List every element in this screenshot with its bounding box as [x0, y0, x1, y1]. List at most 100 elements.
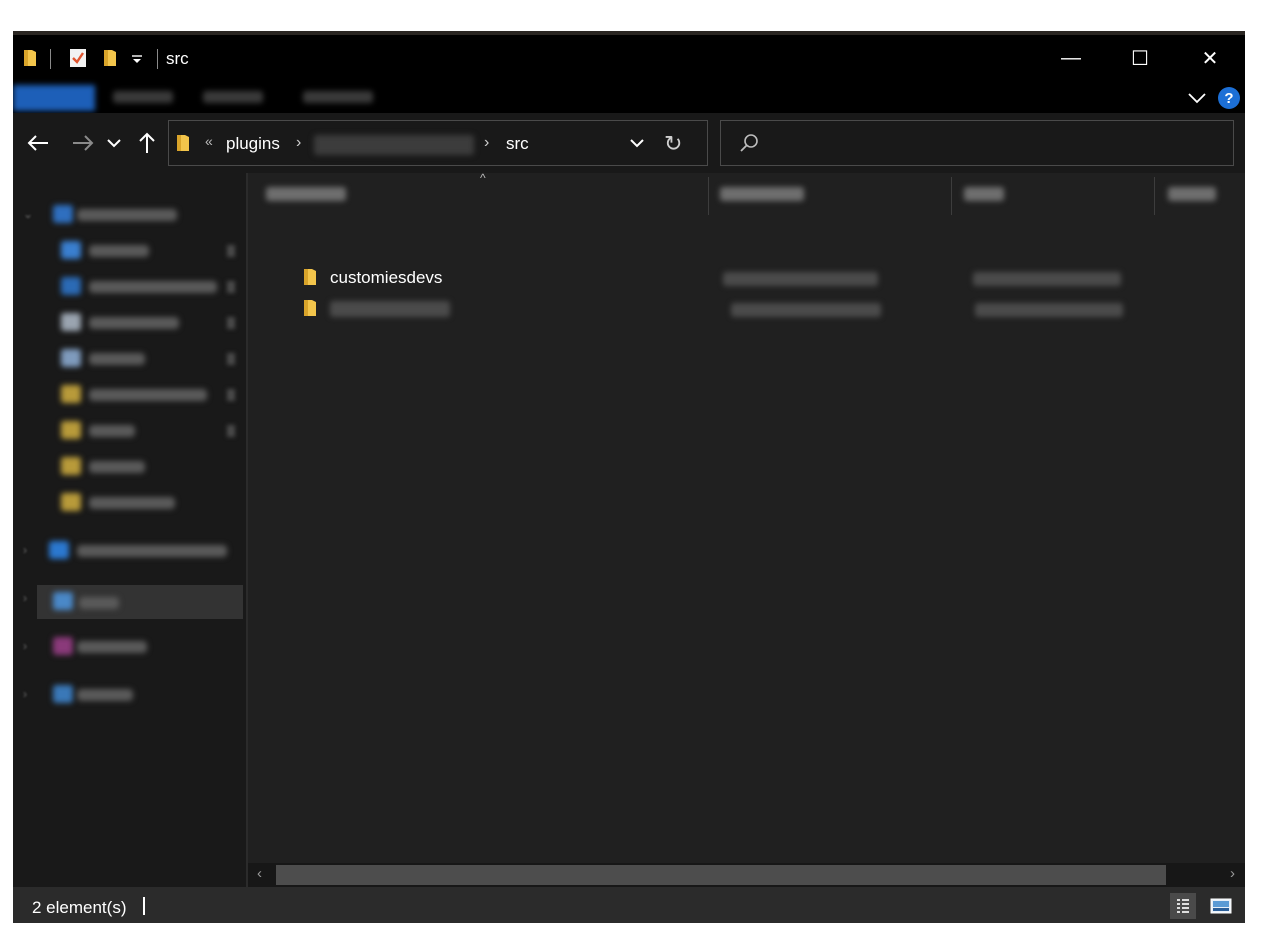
nav-item[interactable]: [13, 311, 246, 335]
nav-label: [79, 597, 119, 609]
nav-label: [77, 209, 177, 221]
folder-icon: [303, 298, 317, 323]
documents-icon: [61, 313, 81, 331]
usb-drive-icon: [53, 637, 73, 655]
nav-item[interactable]: [13, 491, 246, 515]
nav-label: [89, 497, 175, 509]
close-button[interactable]: ✕: [1175, 35, 1245, 81]
breadcrumb-plugins[interactable]: plugins: [226, 134, 280, 154]
file-row[interactable]: customiesdevs: [248, 262, 1245, 292]
chevron-right-icon[interactable]: ›: [23, 543, 27, 557]
ribbon-tab[interactable]: [303, 91, 373, 103]
refresh-button[interactable]: ↻: [664, 131, 682, 157]
maximize-button[interactable]: ☐: [1105, 35, 1175, 81]
ribbon-tab[interactable]: [113, 91, 173, 103]
customize-toolbar-icon[interactable]: [131, 47, 143, 69]
file-name[interactable]: customiesdevs: [330, 268, 442, 288]
recent-locations-button[interactable]: [104, 127, 124, 159]
column-resizer[interactable]: [1154, 177, 1155, 215]
status-divider: [143, 897, 145, 915]
nav-item[interactable]: [13, 455, 246, 479]
expand-ribbon-icon[interactable]: [1185, 87, 1209, 109]
scroll-right-button[interactable]: ›: [1230, 865, 1235, 882]
nav-item[interactable]: [13, 275, 246, 299]
breadcrumb-src[interactable]: src: [506, 134, 529, 154]
file-row[interactable]: [248, 293, 1245, 323]
nav-item[interactable]: [13, 383, 246, 407]
type-cell: [975, 303, 1123, 317]
computer-icon: [53, 592, 73, 610]
back-button[interactable]: [23, 127, 53, 159]
nav-label: [77, 545, 227, 557]
scrollbar-thumb[interactable]: [276, 865, 1166, 885]
nav-label: [89, 389, 207, 401]
up-button[interactable]: [134, 127, 160, 159]
search-input[interactable]: [720, 120, 1234, 166]
desktop-icon: [61, 241, 81, 259]
address-dropdown-icon[interactable]: [629, 136, 645, 154]
pin-icon: [227, 353, 235, 365]
download-icon: [61, 277, 81, 295]
help-button[interactable]: ?: [1218, 87, 1240, 109]
date-cell: [723, 272, 878, 286]
column-date[interactable]: [720, 187, 804, 201]
navigation-bar: « plugins › › src ↻: [13, 113, 1245, 173]
file-explorer-window: src — ☐ ✕ ? « plugins › › src ↻ ⌄ › › › …: [13, 35, 1245, 923]
network-icon: [53, 685, 73, 703]
item-count: 2 element(s): [32, 898, 127, 917]
new-folder-icon[interactable]: [103, 47, 117, 69]
toolbar-separator: [50, 49, 51, 69]
nav-item-this-pc[interactable]: [37, 585, 243, 619]
ribbon-tab-file[interactable]: [13, 85, 95, 111]
address-bar[interactable]: « plugins › › src ↻: [168, 120, 708, 166]
breadcrumb-redacted[interactable]: [314, 135, 474, 155]
pin-icon: [227, 425, 235, 437]
nav-item-usb[interactable]: ›: [13, 635, 246, 659]
properties-icon[interactable]: [69, 47, 87, 69]
cloud-icon: [49, 541, 69, 559]
nav-label: [89, 281, 217, 293]
file-name-redacted[interactable]: [330, 301, 450, 317]
nav-label: [77, 689, 133, 701]
scroll-left-button[interactable]: ‹: [257, 865, 262, 882]
nav-item-onedrive[interactable]: ›: [13, 539, 246, 563]
status-bar: 2 element(s): [13, 887, 1245, 923]
overflow-chevron[interactable]: «: [205, 133, 213, 149]
nav-label: [77, 641, 147, 653]
details-view-button[interactable]: [1170, 893, 1196, 919]
navigation-pane: ⌄ › › › ›: [13, 173, 246, 887]
breadcrumb-separator[interactable]: ›: [484, 134, 489, 152]
column-type[interactable]: [964, 187, 1004, 201]
star-icon: [53, 205, 73, 223]
nav-label: [89, 425, 135, 437]
chevron-down-icon[interactable]: ⌄: [23, 207, 33, 221]
pictures-icon: [61, 349, 81, 367]
chevron-right-icon[interactable]: ›: [23, 639, 27, 653]
column-header: ^: [248, 171, 1245, 215]
folder-icon: [176, 133, 190, 158]
nav-item-quick-access[interactable]: ⌄: [13, 203, 246, 227]
nav-item[interactable]: [13, 347, 246, 371]
chevron-right-icon[interactable]: ›: [23, 591, 27, 605]
nav-item[interactable]: [13, 239, 246, 263]
column-resizer[interactable]: [708, 177, 709, 215]
type-cell: [973, 272, 1121, 286]
pin-icon: [227, 389, 235, 401]
nav-label: [89, 245, 149, 257]
minimize-button[interactable]: —: [1036, 35, 1106, 81]
chevron-right-icon[interactable]: ›: [23, 687, 27, 701]
forward-button[interactable]: [68, 127, 98, 159]
nav-item[interactable]: [13, 419, 246, 443]
folder-icon: [61, 493, 81, 511]
column-resizer[interactable]: [951, 177, 952, 215]
ribbon-tab[interactable]: [203, 91, 263, 103]
large-icons-view-button[interactable]: [1208, 893, 1234, 919]
sort-indicator-icon: ^: [480, 171, 486, 185]
column-size[interactable]: [1168, 187, 1216, 201]
folder-icon: [61, 421, 81, 439]
ribbon-tabs: ?: [13, 81, 1245, 113]
column-name[interactable]: [266, 187, 346, 201]
breadcrumb-separator[interactable]: ›: [296, 134, 301, 152]
horizontal-scrollbar[interactable]: ‹ ›: [248, 863, 1245, 887]
nav-item-network[interactable]: ›: [13, 683, 246, 707]
